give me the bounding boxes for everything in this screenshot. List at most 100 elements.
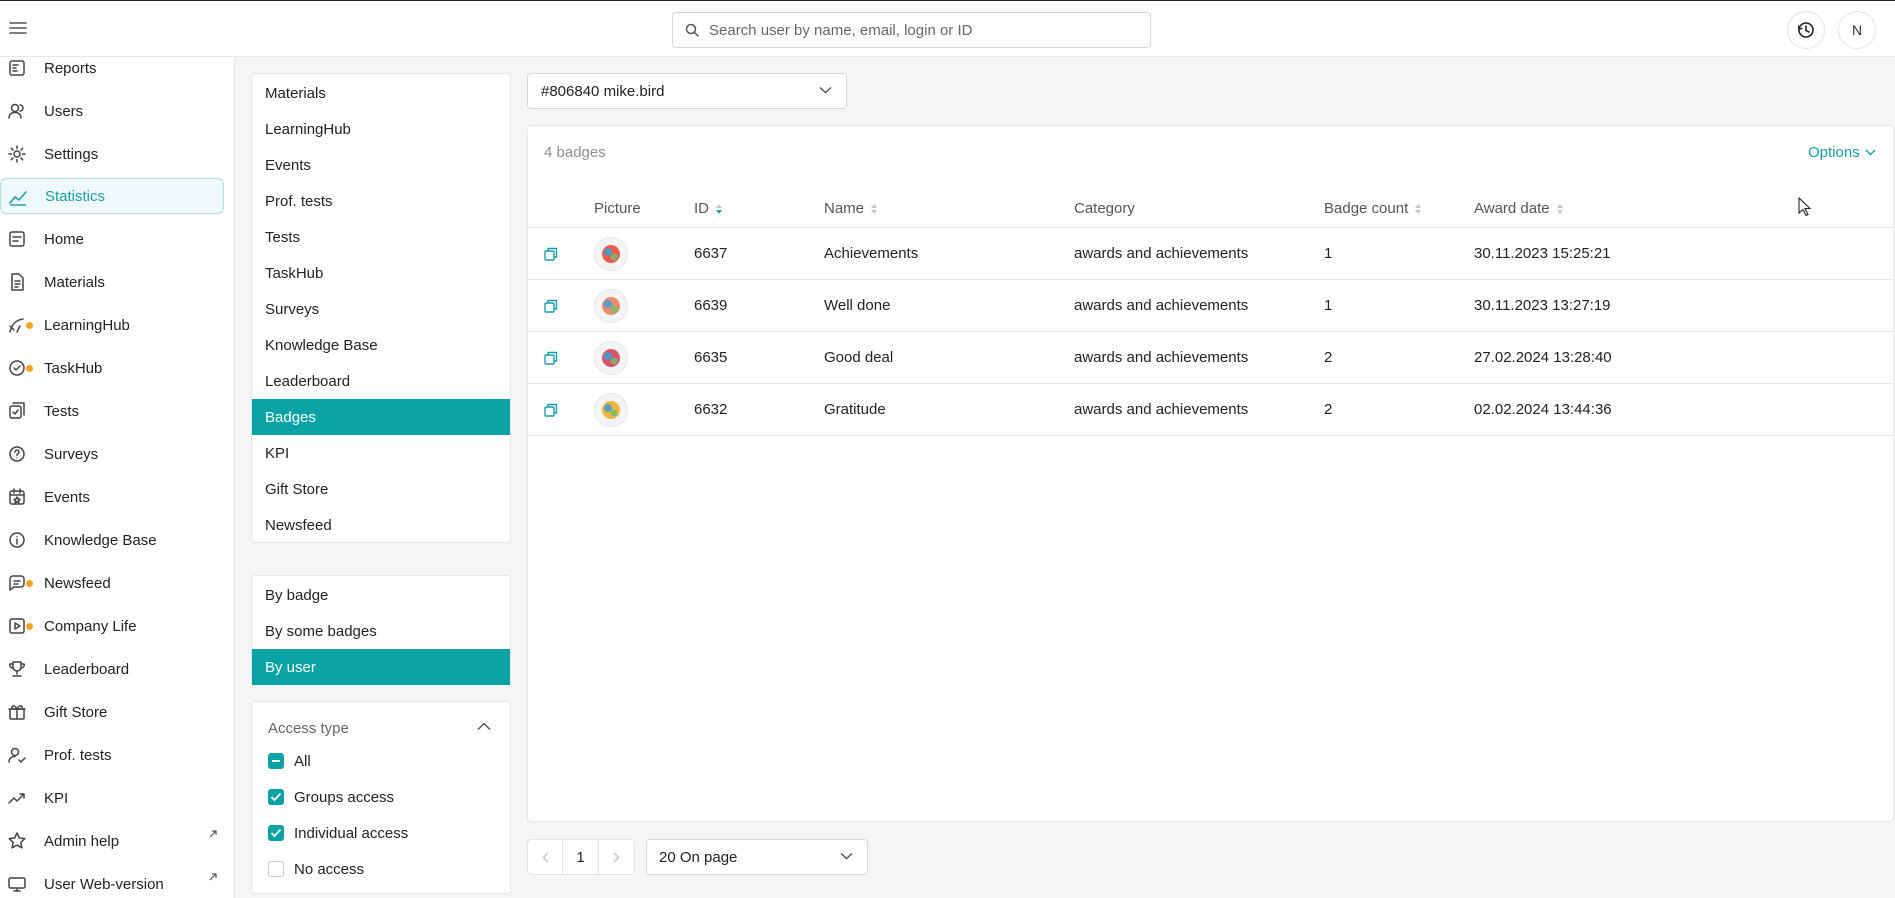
- sort-icon: [715, 203, 723, 215]
- reports-icon: [7, 58, 27, 78]
- access-option-groups-access[interactable]: Groups access: [268, 786, 394, 808]
- open-window-icon[interactable]: [544, 299, 558, 313]
- sidebar-item-taskhub[interactable]: TaskHub: [0, 350, 224, 386]
- mode-by-badge[interactable]: By badge: [252, 577, 510, 613]
- mode-by-user[interactable]: By user: [252, 649, 510, 685]
- column-award-date[interactable]: Award date: [1474, 200, 1564, 217]
- cell-award-date: 30.11.2023 15:25:21: [1474, 245, 1611, 262]
- chevron-up-icon[interactable]: [477, 722, 491, 731]
- category-newsfeed[interactable]: Newsfeed: [252, 507, 510, 543]
- external-link-icon: [208, 872, 218, 882]
- sidebar-item-leaderboard[interactable]: Leaderboard: [0, 651, 224, 687]
- users-icon: [7, 101, 27, 121]
- cell-badge-count: 2: [1324, 349, 1333, 366]
- history-button[interactable]: [1787, 11, 1825, 49]
- sidebar-item-label: Admin help: [44, 832, 120, 850]
- sidebar-item-reports[interactable]: Reports: [0, 50, 224, 86]
- sidebar-item-events[interactable]: Events: [0, 479, 224, 515]
- category-badges[interactable]: Badges: [252, 399, 510, 435]
- table-row[interactable]: 6637 Achievements awards and achievements 1…: [528, 228, 1893, 280]
- next-page-button[interactable]: [599, 839, 635, 875]
- checkbox[interactable]: [268, 753, 284, 769]
- options-button[interactable]: Options: [1808, 144, 1876, 161]
- learninghub-icon: [7, 315, 33, 335]
- category-prof-tests[interactable]: Prof. tests: [252, 183, 510, 219]
- sidebar-item-label: LearningHub: [44, 316, 130, 334]
- category-kpi[interactable]: KPI: [252, 435, 510, 471]
- cell-id: 6637: [694, 245, 728, 262]
- checkbox[interactable]: [268, 825, 284, 841]
- per-page-select[interactable]: 20 On page: [646, 839, 868, 875]
- sidebar-item-statistics[interactable]: Statistics: [0, 178, 224, 214]
- table-row[interactable]: 6632 Gratitude awards and achievements 2 02.…: [528, 384, 1893, 436]
- cell-id: 6635: [694, 349, 728, 366]
- avatar[interactable]: N: [1838, 11, 1876, 49]
- category-leaderboard[interactable]: Leaderboard: [252, 363, 510, 399]
- checkbox[interactable]: [268, 789, 284, 805]
- page-number-button[interactable]: 1: [563, 839, 599, 875]
- access-option-no-access[interactable]: No access: [268, 858, 364, 880]
- column-badge-count[interactable]: Badge count: [1324, 200, 1422, 217]
- user-select-value: #806840 mike.bird: [541, 82, 665, 100]
- cell-name: Well done: [824, 297, 891, 314]
- sidebar-item-knowledge-base[interactable]: Knowledge Base: [0, 522, 224, 558]
- table-row[interactable]: 6639 Well done awards and achievements 1 30.…: [528, 280, 1893, 332]
- sidebar-item-user-web-version[interactable]: User Web-version: [0, 866, 224, 898]
- category-taskhub[interactable]: TaskHub: [252, 255, 510, 291]
- access-option-all[interactable]: All: [268, 750, 311, 772]
- sidebar-item-company-life[interactable]: Company Life: [0, 608, 224, 644]
- sidebar-item-users[interactable]: Users: [0, 93, 224, 129]
- open-window-icon[interactable]: [544, 351, 558, 365]
- star-icon: [7, 831, 27, 851]
- chevron-right-icon: [613, 851, 620, 863]
- category-knowledge-base[interactable]: Knowledge Base: [252, 327, 510, 363]
- category-events[interactable]: Events: [252, 147, 510, 183]
- access-option-individual-access[interactable]: Individual access: [268, 822, 408, 844]
- access-type-panel: Access type All Groups access Individual a…: [251, 701, 511, 894]
- cell-badge-count: 2: [1324, 401, 1333, 418]
- sidebar-item-admin-help[interactable]: Admin help: [0, 823, 224, 859]
- category-learninghub[interactable]: LearningHub: [252, 111, 510, 147]
- cell-award-date: 27.02.2024 13:28:40: [1474, 349, 1612, 366]
- open-window-icon[interactable]: [544, 403, 558, 417]
- mode-panel: By badge By some badges By user: [251, 575, 511, 685]
- monitor-icon: [7, 874, 27, 894]
- sidebar-item-learninghub[interactable]: LearningHub: [0, 307, 224, 343]
- category-surveys[interactable]: Surveys: [252, 291, 510, 327]
- open-window-icon[interactable]: [544, 247, 558, 261]
- table-row[interactable]: 6635 Good deal awards and achievements 2 27.…: [528, 332, 1893, 384]
- taskhub-icon: [7, 358, 33, 378]
- hamburger-icon[interactable]: [8, 18, 28, 38]
- sidebar-item-prof-tests[interactable]: Prof. tests: [0, 737, 224, 773]
- notification-dot: [26, 365, 33, 372]
- category-gift-store[interactable]: Gift Store: [252, 471, 510, 507]
- sidebar-item-kpi[interactable]: KPI: [0, 780, 224, 816]
- sidebar-item-surveys[interactable]: Surveys: [0, 436, 224, 472]
- sidebar-item-home[interactable]: Home: [0, 221, 224, 257]
- checkbox[interactable]: [268, 861, 284, 877]
- category-materials[interactable]: Materials: [252, 75, 510, 111]
- column-name[interactable]: Name: [824, 200, 878, 217]
- sidebar-item-gift-store[interactable]: Gift Store: [0, 694, 224, 730]
- sidebar-item-tests[interactable]: Tests: [0, 393, 224, 429]
- column-id[interactable]: ID: [694, 200, 723, 217]
- checkbox-label: Individual access: [294, 824, 409, 842]
- search-input[interactable]: [709, 21, 1129, 39]
- statistics-icon: [8, 187, 28, 207]
- category-panel: Materials LearningHub Events Prof. tests Tes…: [251, 73, 511, 543]
- sidebar-item-label: Gift Store: [44, 703, 108, 721]
- badge-picture: [594, 237, 628, 271]
- cell-badge-count: 1: [1324, 297, 1333, 314]
- badge-picture: [594, 393, 628, 427]
- chevron-left-icon: [541, 851, 549, 863]
- category-tests[interactable]: Tests: [252, 219, 510, 255]
- sidebar-item-newsfeed[interactable]: Newsfeed: [0, 565, 224, 601]
- sidebar-item-materials[interactable]: Materials: [0, 264, 224, 300]
- mode-by-some-badges[interactable]: By some badges: [252, 613, 510, 649]
- user-select[interactable]: #806840 mike.bird: [527, 73, 847, 109]
- search-box[interactable]: [672, 12, 1151, 48]
- cell-id: 6632: [694, 401, 728, 418]
- table-header: Picture ID Name Category Badge count Awa…: [528, 188, 1893, 228]
- sidebar-item-settings[interactable]: Settings: [0, 136, 224, 172]
- prev-page-button[interactable]: [527, 839, 563, 875]
